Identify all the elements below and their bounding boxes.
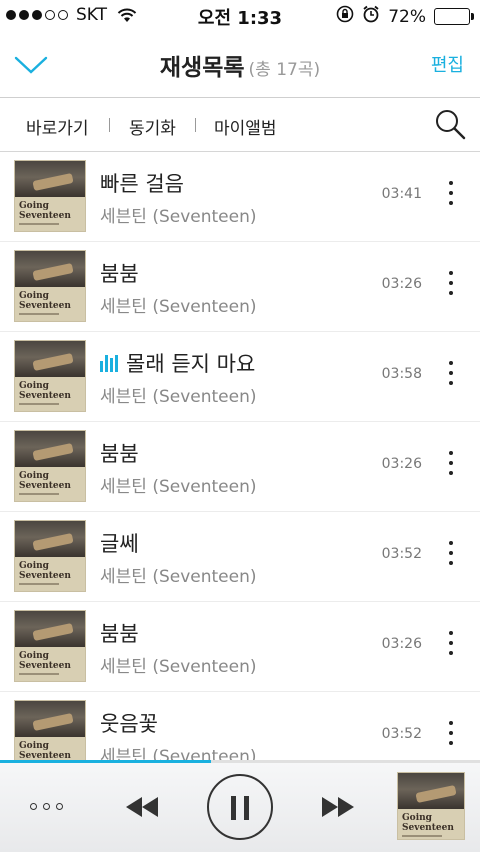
track-title-wrap: 붐붐	[100, 438, 139, 468]
album-art: Going Seventeen	[14, 160, 86, 232]
track-row[interactable]: Going Seventeen 빠른 걸음세븐틴 (Seventeen) 03:41	[0, 152, 480, 242]
track-title: 붐붐	[100, 262, 139, 286]
now-playing-icon	[100, 354, 118, 372]
album-art-text: Going Seventeen	[19, 651, 71, 671]
track-title-wrap: 몰래 듣지 마요	[100, 348, 255, 378]
page-title: 재생목록	[159, 55, 245, 81]
album-art: Going Seventeen	[14, 430, 86, 502]
track-row[interactable]: Going Seventeen 몰래 듣지 마요세븐틴 (Seventeen) 03:…	[0, 332, 480, 422]
sub-navigation: 바로가기 동기화 마이앨범	[0, 98, 480, 152]
track-artist: 세븐틴 (Seventeen)	[100, 297, 257, 317]
more-vertical-icon[interactable]	[448, 541, 454, 571]
album-art-text: Going Seventeen	[19, 741, 71, 761]
album-art-text: Going Seventeen	[19, 561, 71, 581]
track-duration: 03:52	[381, 726, 422, 742]
divider	[195, 118, 196, 132]
track-row[interactable]: Going Seventeen 붐붐세븐틴 (Seventeen) 03:26	[0, 242, 480, 332]
battery-percent: 72%	[388, 6, 426, 27]
track-title: 글쎄	[100, 532, 139, 556]
more-vertical-icon[interactable]	[448, 721, 454, 751]
album-art: Going Seventeen	[14, 610, 86, 682]
track-title: 웃음꽃	[100, 712, 158, 736]
alarm-icon	[362, 5, 380, 28]
previous-icon[interactable]	[124, 795, 160, 819]
album-art: Going Seventeen	[14, 520, 86, 592]
track-duration: 03:41	[381, 186, 422, 202]
track-title-wrap: 웃음꽃	[100, 708, 158, 738]
track-row[interactable]: Going Seventeen 글쎄세븐틴 (Seventeen) 03:52	[0, 512, 480, 602]
track-title-wrap: 붐붐	[100, 258, 139, 288]
track-title: 몰래 듣지 마요	[126, 352, 256, 376]
track-row[interactable]: Going Seventeen 붐붐세븐틴 (Seventeen) 03:26	[0, 422, 480, 512]
edit-button[interactable]: 편집	[431, 51, 464, 77]
album-art-text: Going Seventeen	[19, 291, 71, 311]
more-vertical-icon[interactable]	[448, 451, 454, 481]
track-count: (총 17곡)	[248, 60, 321, 80]
track-title: 붐붐	[100, 442, 139, 466]
more-vertical-icon[interactable]	[448, 181, 454, 211]
album-art-text: Going Seventeen	[19, 201, 71, 221]
now-playing-album-art[interactable]: Going Seventeen	[397, 772, 465, 840]
track-title: 빠른 걸음	[100, 172, 184, 196]
track-duration: 03:52	[381, 546, 422, 562]
album-art-text: Going Seventeen	[19, 381, 71, 401]
sync-button[interactable]: 동기화	[129, 114, 176, 139]
more-vertical-icon[interactable]	[448, 631, 454, 661]
shortcut-button[interactable]: 바로가기	[26, 114, 89, 139]
mini-player: Going Seventeen	[0, 763, 480, 852]
next-icon[interactable]	[320, 795, 356, 819]
rotation-lock-icon	[336, 5, 354, 28]
track-artist: 세븐틴 (Seventeen)	[100, 567, 257, 587]
track-duration: 03:26	[381, 276, 422, 292]
album-art-text: Going Seventeen	[19, 471, 71, 491]
track-list: Going Seventeen 빠른 걸음 세븐틴 (Seventeen) 03:41 G…	[0, 152, 480, 782]
pause-icon[interactable]	[207, 774, 273, 840]
battery-icon	[434, 8, 474, 25]
track-title-wrap: 빠른 걸음	[100, 168, 184, 198]
album-art: Going Seventeen	[14, 340, 86, 412]
more-vertical-icon[interactable]	[448, 271, 454, 301]
more-vertical-icon[interactable]	[448, 361, 454, 391]
track-artist: 세븐틴 (Seventeen)	[100, 387, 257, 407]
divider	[109, 118, 110, 132]
track-duration: 03:26	[381, 456, 422, 472]
track-duration: 03:58	[381, 366, 422, 382]
album-art: Going Seventeen	[14, 250, 86, 322]
track-duration: 03:26	[381, 636, 422, 652]
search-icon[interactable]	[434, 108, 466, 140]
track-title-wrap: 글쎄	[100, 528, 139, 558]
more-icon[interactable]	[30, 803, 63, 810]
header: 재생목록 (총 17곡) 편집	[0, 30, 480, 98]
track-artist: 세븐틴 (Seventeen)	[100, 657, 257, 677]
track-title-wrap: 붐붐	[100, 618, 139, 648]
track-title: 붐붐	[100, 622, 139, 646]
track-artist: 세븐틴 (Seventeen)	[100, 207, 257, 227]
status-bar: SKT 오전 1:33 72%	[0, 0, 480, 30]
track-row[interactable]: Going Seventeen 붐붐세븐틴 (Seventeen) 03:26	[0, 602, 480, 692]
track-artist: 세븐틴 (Seventeen)	[100, 477, 257, 497]
my-album-button[interactable]: 마이앨범	[214, 114, 277, 139]
album-art-text: Going Seventeen	[402, 813, 454, 833]
